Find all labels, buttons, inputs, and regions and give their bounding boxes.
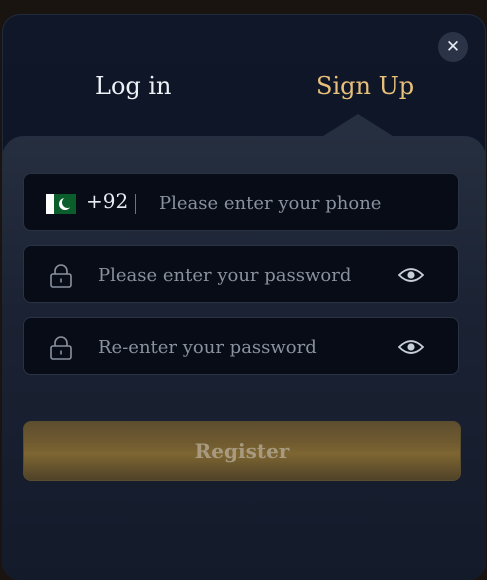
active-tab-indicator (320, 114, 396, 138)
phone-input[interactable] (159, 189, 439, 217)
phone-field: +92 (23, 173, 459, 231)
lock-icon (50, 264, 72, 288)
close-button[interactable]: ✕ (438, 32, 468, 62)
lock-icon (50, 336, 72, 360)
eye-icon[interactable] (398, 337, 424, 357)
country-code[interactable]: +92 (86, 189, 128, 213)
password-input[interactable] (98, 261, 378, 289)
tab-login[interactable]: Log in (95, 72, 172, 100)
password-field (23, 245, 459, 303)
confirm-password-field (23, 317, 459, 375)
tab-signup[interactable]: Sign Up (316, 72, 414, 100)
eye-icon[interactable] (398, 265, 424, 285)
field-divider (135, 194, 136, 214)
register-button[interactable]: Register (23, 421, 461, 481)
pakistan-flag-icon (46, 194, 76, 214)
confirm-password-input[interactable] (98, 333, 378, 361)
